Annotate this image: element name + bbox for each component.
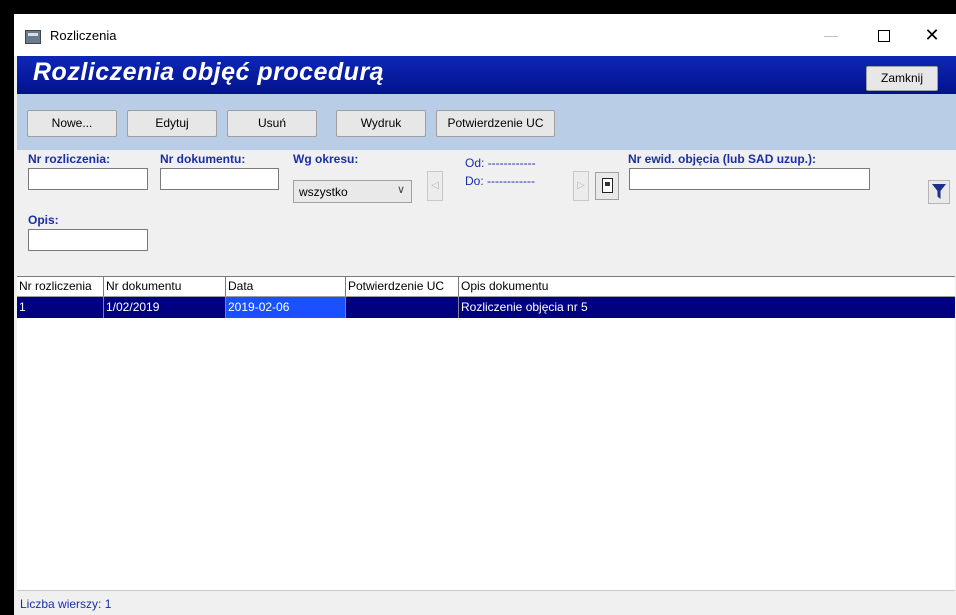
cell-nr-dokumentu: 1/02/2019 bbox=[104, 297, 226, 318]
results-table: Nr rozliczenia Nr dokumentu Data Potwier… bbox=[17, 276, 955, 591]
do-value: ------------ bbox=[487, 174, 535, 188]
page-title: Rozliczenia objęć procedurą bbox=[33, 58, 385, 86]
cell-opis-dokumentu: Rozliczenie objęcia nr 5 bbox=[461, 300, 588, 314]
minimize-button[interactable]: — bbox=[809, 20, 853, 50]
table-row[interactable]: 1 1/02/2019 2019-02-06 Rozliczenie objęc… bbox=[17, 297, 955, 318]
table-header: Nr rozliczenia Nr dokumentu Data Potwier… bbox=[17, 277, 955, 297]
calendar-button[interactable] bbox=[595, 172, 619, 200]
print-button[interactable]: Wydruk bbox=[336, 110, 426, 137]
cell-potwierdzenie-uc bbox=[346, 297, 459, 318]
od-field: Od: ------------ bbox=[465, 156, 536, 170]
app-icon bbox=[25, 30, 41, 44]
do-field: Do: ------------ bbox=[465, 174, 535, 188]
status-bar: Liczba wierszy: 1 bbox=[17, 590, 955, 615]
cell-nr-rozliczenia: 1 bbox=[17, 297, 104, 318]
do-label: Do: bbox=[465, 174, 484, 188]
column-header-nr-rozliczenia[interactable]: Nr rozliczenia bbox=[17, 277, 104, 296]
close-button[interactable]: ✕ bbox=[910, 20, 954, 50]
column-header-potwierdzenie-uc[interactable]: Potwierdzenie UC bbox=[346, 277, 459, 296]
confirmation-uc-button[interactable]: Potwierdzenie UC bbox=[436, 110, 555, 137]
close-form-button[interactable]: Zamknij bbox=[866, 66, 938, 91]
od-label: Od: bbox=[465, 156, 485, 170]
title-bar: Rozliczenia — ✕ bbox=[14, 14, 956, 56]
prev-arrow-icon: ◁ bbox=[431, 180, 439, 191]
prev-period-button[interactable]: ◁ bbox=[427, 171, 443, 201]
header-banner: Rozliczenia objęć procedurą bbox=[17, 56, 956, 94]
nr-dokumentu-label: Nr dokumentu: bbox=[160, 152, 246, 166]
funnel-icon bbox=[932, 184, 946, 199]
window: Rozliczenia — ✕ Rozliczenia objęć proced… bbox=[14, 14, 956, 615]
nr-ewid-input[interactable] bbox=[629, 168, 870, 190]
window-title: Rozliczenia bbox=[50, 28, 117, 43]
period-label: Wg okresu: bbox=[293, 152, 359, 166]
nr-ewid-label: Nr ewid. objęcia (lub SAD uzup.): bbox=[628, 152, 817, 166]
filter-button[interactable] bbox=[928, 180, 950, 204]
delete-button[interactable]: Usuń bbox=[227, 110, 317, 137]
column-header-opis-dokumentu[interactable]: Opis dokumentu bbox=[459, 277, 955, 296]
nr-dokumentu-input[interactable] bbox=[160, 168, 279, 190]
column-header-data[interactable]: Data bbox=[226, 277, 346, 296]
period-select[interactable]: wszystko ∨ bbox=[293, 180, 412, 203]
calendar-icon bbox=[602, 178, 613, 193]
next-arrow-icon: ▷ bbox=[577, 180, 585, 191]
edit-button[interactable]: Edytuj bbox=[127, 110, 217, 137]
maximize-icon bbox=[878, 30, 890, 43]
nr-rozliczenia-input[interactable] bbox=[28, 168, 148, 190]
maximize-button[interactable] bbox=[862, 20, 906, 50]
nr-rozliczenia-label: Nr rozliczenia: bbox=[28, 152, 111, 166]
new-button[interactable]: Nowe... bbox=[27, 110, 117, 137]
od-value: ------------ bbox=[487, 156, 536, 170]
opis-input[interactable] bbox=[28, 229, 148, 251]
cell-data: 2019-02-06 bbox=[226, 297, 346, 318]
opis-label: Opis: bbox=[28, 213, 59, 227]
row-count: Liczba wierszy: 1 bbox=[20, 597, 112, 611]
chevron-down-icon: ∨ bbox=[396, 184, 405, 196]
period-value: wszystko bbox=[299, 185, 348, 199]
column-header-nr-dokumentu[interactable]: Nr dokumentu bbox=[104, 277, 226, 296]
next-period-button[interactable]: ▷ bbox=[573, 171, 589, 201]
